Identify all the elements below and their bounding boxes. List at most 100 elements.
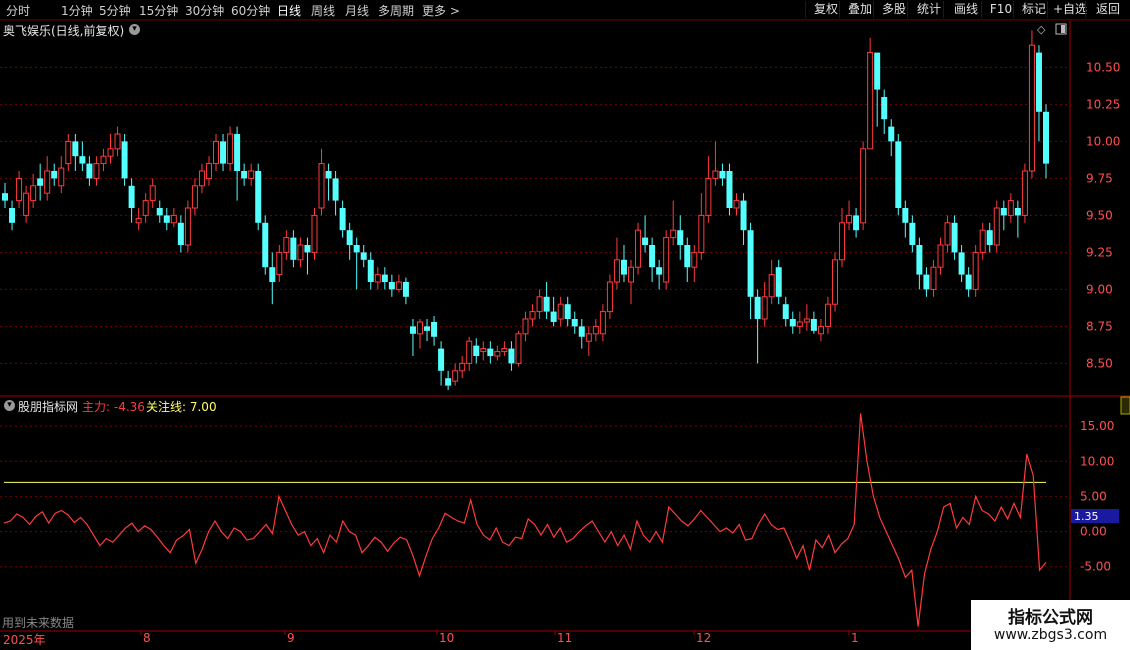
candle-body <box>198 170 205 187</box>
candle <box>388 274 395 297</box>
candle-body <box>170 214 177 224</box>
candle <box>979 222 986 260</box>
candle-body <box>23 192 30 216</box>
candle-body <box>311 214 318 253</box>
candle-body <box>642 237 649 245</box>
candle-body <box>846 214 853 224</box>
candle <box>234 126 241 201</box>
candle-body <box>283 237 290 253</box>
candle <box>930 259 937 297</box>
candle <box>846 200 853 231</box>
candle <box>198 163 205 194</box>
candle <box>339 200 346 238</box>
price-tick-label: 9.50 <box>1086 208 1113 222</box>
candle <box>402 277 409 305</box>
candle-body <box>184 207 191 246</box>
candle-body <box>1000 208 1007 216</box>
candle <box>635 222 642 275</box>
candle <box>712 141 719 186</box>
candle <box>642 215 649 253</box>
price-chart: ◇ 10.50 10.25 10.00 9.75 9.50 9.25 9.00 8.75 8.5… <box>0 19 1130 632</box>
candle-body <box>37 178 44 186</box>
candle-body <box>958 252 965 275</box>
main-force-line <box>3 413 1047 627</box>
indicator-axis-labels: 15.00 10.00 5.00 0.00 -5.00 <box>1080 419 1114 574</box>
candle <box>691 245 698 282</box>
candle-body <box>438 348 445 371</box>
candle-body <box>592 325 599 335</box>
candle-body <box>691 251 698 268</box>
candle-body <box>670 229 677 239</box>
candle-body <box>705 177 712 216</box>
indicator-grid <box>0 425 1070 568</box>
candle-body <box>100 155 107 165</box>
candle-body <box>346 230 353 245</box>
candle-body <box>867 52 874 150</box>
indicator-series <box>3 413 1047 627</box>
candle-body <box>360 252 367 260</box>
candle <box>58 156 65 194</box>
candle <box>86 156 93 186</box>
candle-body <box>156 208 163 216</box>
candle-body <box>578 326 585 337</box>
candle-body <box>241 171 248 179</box>
candle <box>409 319 416 356</box>
candle <box>360 245 367 268</box>
candle <box>775 259 782 305</box>
candle-body <box>395 281 402 290</box>
candle-body <box>853 215 860 231</box>
candle-body <box>487 348 494 356</box>
candle-body <box>965 274 972 290</box>
candle <box>564 296 571 327</box>
price-tick-label: 8.50 <box>1086 356 1113 370</box>
candle <box>346 222 353 260</box>
candle <box>121 134 128 186</box>
candle <box>452 363 459 386</box>
candle-body <box>515 333 522 364</box>
candle-body <box>972 251 979 290</box>
candle-body <box>128 185 135 208</box>
candle <box>656 259 663 290</box>
candle-body <box>831 259 838 305</box>
current-value-text: 1.35 <box>1074 510 1099 523</box>
candle <box>649 237 656 282</box>
candle <box>670 200 677 245</box>
candle-body <box>332 178 339 201</box>
candle <box>705 156 712 223</box>
indicator-tick-label: -5.00 <box>1080 560 1111 574</box>
window-toggle-fill <box>1061 25 1065 33</box>
candle-body <box>2 193 8 201</box>
candle-body <box>381 274 388 282</box>
candle-body <box>698 214 705 253</box>
candle-body <box>754 296 761 319</box>
candle-body <box>564 304 571 319</box>
candle <box>810 311 817 334</box>
candle-body <box>635 229 642 268</box>
candle <box>993 200 1000 253</box>
candle <box>1028 30 1035 179</box>
candle <box>606 274 613 319</box>
candle-body <box>606 281 613 313</box>
candle <box>487 341 494 364</box>
candle-body <box>909 222 916 245</box>
candle <box>100 148 107 171</box>
candle-body <box>374 274 381 283</box>
price-tick-label: 9.00 <box>1086 282 1113 296</box>
candle <box>1043 104 1049 179</box>
candle-body <box>677 230 684 245</box>
candle-body <box>431 321 438 337</box>
candle <box>213 134 220 171</box>
candle <box>332 171 339 216</box>
watermark-url: www.zbgs3.com <box>993 627 1108 643</box>
candle-body <box>761 296 768 320</box>
candle-body <box>916 245 923 275</box>
candle <box>184 200 191 253</box>
candle-body <box>895 141 902 208</box>
candle <box>381 267 388 290</box>
diamond-icon[interactable]: ◇ <box>1037 23 1046 36</box>
candle <box>395 274 402 293</box>
candle <box>628 259 635 305</box>
candle <box>860 141 867 231</box>
candle-body <box>930 266 937 290</box>
candle-body <box>768 274 775 298</box>
